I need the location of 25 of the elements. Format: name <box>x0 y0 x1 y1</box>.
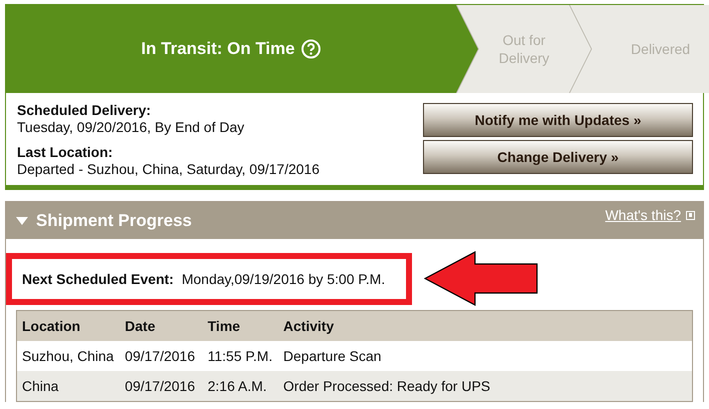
detail-value: Departed - Suzhou, China, Saturday, 09/17/2016 <box>17 161 320 177</box>
help-icon[interactable] <box>300 39 321 59</box>
table-cell: 09/17/2016 <box>120 341 203 371</box>
progress-step: In Transit: On Time <box>6 5 478 93</box>
column-header: Date <box>120 310 203 341</box>
table-cell: China <box>16 371 120 402</box>
collapse-triangle-icon[interactable] <box>16 216 28 224</box>
table-cell: 11:55 P.M. <box>202 341 278 371</box>
event-value: Monday,09/19/2016 by 5:00 P.M. <box>182 270 386 286</box>
column-header: Activity <box>278 310 692 341</box>
detail-label: Scheduled Delivery: <box>17 102 152 118</box>
column-header: Location <box>16 310 120 341</box>
table-cell: 2:16 A.M. <box>202 371 278 402</box>
event-label: Next Scheduled Event: <box>22 270 174 286</box>
popup-icon <box>686 211 695 220</box>
progress-step: Delivered <box>570 5 709 93</box>
detail-value: Tuesday, 09/20/2016, By End of Day <box>17 119 246 135</box>
detail-label: Last Location: <box>17 144 114 160</box>
action-button[interactable]: Notify me with Updates » <box>423 103 693 137</box>
column-header: Time <box>202 310 278 341</box>
table-cell: Order Processed: Ready for UPS <box>278 371 692 402</box>
table-cell: Departure Scan <box>278 341 692 371</box>
table-cell: 09/17/2016 <box>120 371 203 402</box>
table-cell: Suzhou, China <box>16 341 120 371</box>
action-button[interactable]: Change Delivery » <box>423 140 693 174</box>
